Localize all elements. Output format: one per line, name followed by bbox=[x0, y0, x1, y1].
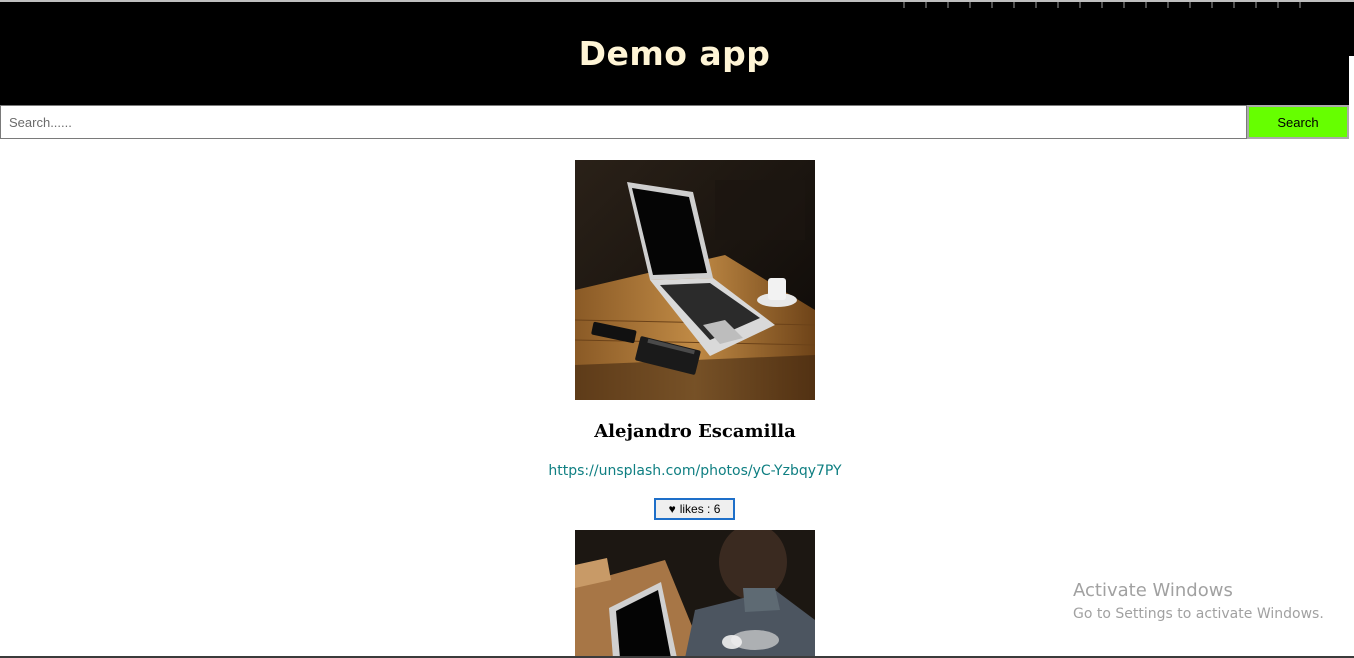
likes-label: likes : 6 bbox=[679, 502, 721, 516]
photo-link[interactable]: https://unsplash.com/photos/yC-Yzbqy7PY bbox=[0, 463, 1354, 479]
laptop-photo bbox=[575, 160, 815, 400]
app-title: Demo app bbox=[578, 34, 771, 73]
watermark-title: Activate Windows bbox=[1073, 580, 1233, 601]
scrollbar[interactable] bbox=[1349, 2, 1354, 56]
search-input[interactable] bbox=[0, 105, 1247, 139]
watermark-subtitle: Go to Settings to activate Windows. bbox=[1073, 606, 1324, 622]
photo-card-image bbox=[575, 530, 815, 658]
photo-author: Alejandro Escamilla bbox=[594, 421, 796, 442]
windows-activation-watermark: Activate Windows Go to Settings to activ… bbox=[1073, 580, 1324, 624]
search-button[interactable]: Search bbox=[1247, 105, 1349, 139]
header-decoration bbox=[893, 2, 1313, 8]
photo-card-image bbox=[575, 160, 815, 400]
search-bar: Search bbox=[0, 105, 1349, 139]
heart-icon: ♥ bbox=[668, 502, 676, 516]
app-header: Demo app bbox=[0, 2, 1349, 105]
laptop-user-photo bbox=[575, 530, 815, 658]
likes-button[interactable]: ♥ likes : 6 bbox=[654, 498, 735, 520]
